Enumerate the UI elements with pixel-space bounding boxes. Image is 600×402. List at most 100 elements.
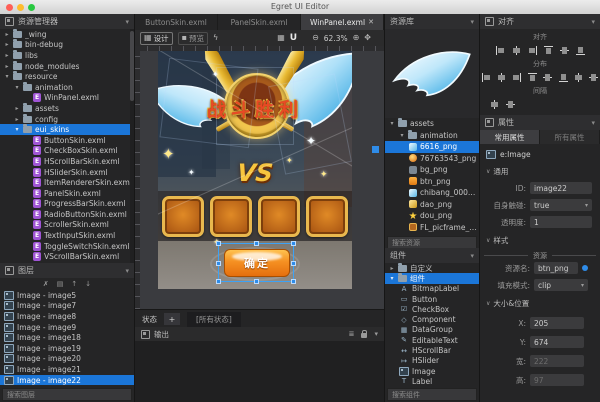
panel-divider[interactable] [384, 14, 385, 402]
pan-tool-icon[interactable]: ✥ [364, 34, 371, 42]
tree-item-animation[interactable]: ▾animation [0, 82, 134, 93]
output-console[interactable] [135, 341, 384, 402]
tab-buttonskin[interactable]: ButtonSkin.exml [135, 14, 218, 30]
align-bottom-button[interactable] [574, 44, 587, 56]
component-group-custom[interactable]: ▸自定义 [385, 263, 479, 273]
distribute-h-space-button[interactable] [572, 71, 584, 83]
touch-enabled-select[interactable]: true▾ [530, 199, 592, 211]
tree-item-resource[interactable]: ▾resource [0, 71, 134, 82]
tree-item-scrollerskin-exml[interactable]: EScrollerSkin.exml [0, 220, 134, 231]
tree-item-vscrollbarskin-exml[interactable]: EVScrollBarSkin.exml [0, 251, 134, 262]
tree-item-winpanel-exml[interactable]: EWinPanel.exml [0, 93, 134, 104]
tree-item-panelskin-exml[interactable]: EPanelSkin.exml [0, 188, 134, 199]
lock-scroll-icon[interactable] [361, 333, 367, 338]
refresh-icon[interactable]: ϟ [213, 34, 218, 42]
layer-item[interactable]: Image - image21 [0, 364, 134, 375]
layers-header[interactable]: 图层 ▾ [0, 263, 134, 278]
panel-divider[interactable] [134, 14, 135, 402]
distribute-left-button[interactable] [480, 71, 492, 83]
zoom-in-icon[interactable]: ⊕ [353, 34, 360, 42]
resource-name-field[interactable]: btn_png [534, 262, 578, 274]
component-item-image[interactable]: Image [385, 366, 479, 376]
tree-item-libs[interactable]: ▸libs [0, 50, 134, 61]
tree-item-bin-debug[interactable]: ▸bin-debug [0, 40, 134, 51]
reward-slot[interactable] [210, 196, 252, 237]
resource-item-btn-png[interactable]: btn_png [385, 176, 479, 188]
components-search-input[interactable]: 搜索组件 [387, 388, 477, 401]
clear-output-icon[interactable]: ≣ [349, 330, 355, 338]
x-field[interactable]: 205 [530, 317, 584, 329]
width-field[interactable]: 222 [530, 355, 584, 367]
chevron-down-icon[interactable]: ▾ [470, 18, 474, 26]
component-item-checkbox[interactable]: ☑CheckBox [385, 304, 479, 314]
tab-panelskin[interactable]: PanelSkin.exml [218, 14, 301, 30]
selection-handle[interactable] [216, 261, 221, 266]
layer-item[interactable]: Image - image5 [0, 290, 134, 301]
distribute-v-center-button[interactable] [542, 71, 554, 83]
style-section-toggle[interactable]: ∨样式 [486, 235, 600, 246]
tree-item-hscrollbarskin-exml[interactable]: EHScrollBarSkin.exml [0, 156, 134, 167]
tree-item-wing[interactable]: ▸_wing [0, 29, 134, 40]
components-header[interactable]: 组件 ▾ [385, 248, 479, 263]
reward-slot[interactable] [258, 196, 300, 237]
selection-handle[interactable] [216, 241, 221, 246]
component-item-bitmaplabel[interactable]: ABitmapLabel [385, 284, 479, 294]
height-field[interactable]: 97 [530, 374, 584, 386]
component-item-label[interactable]: TLabel [385, 376, 479, 386]
component-item-component[interactable]: ◇Component [385, 314, 479, 324]
id-field[interactable]: image22 [530, 182, 592, 194]
tree-item-hsliderskin-exml[interactable]: EHSliderSkin.exml [0, 167, 134, 178]
duplicate-layer-icon[interactable]: ▤ [57, 280, 64, 288]
collapse-output-icon[interactable]: ▾ [374, 330, 378, 338]
stage-canvas[interactable]: 战斗胜利 ✦ ✦ ✦ ✦ ✦ ✦ VS [158, 51, 352, 289]
layer-item-selected[interactable]: Image - image22 [0, 375, 134, 386]
size-section-toggle[interactable]: ∨大小&位置 [486, 298, 600, 309]
component-group-components[interactable]: ▾组件 [385, 273, 479, 283]
layer-item[interactable]: Image - image9 [0, 322, 134, 333]
layer-item[interactable]: Image - image8 [0, 311, 134, 322]
align-header[interactable]: 对齐 ▾ [480, 14, 600, 29]
move-layer-down-icon[interactable]: ↓ [85, 280, 91, 288]
tree-item-eui-skins[interactable]: ▾eui_skins [0, 124, 134, 135]
explorer-header[interactable]: 资源管理器 ▾ [0, 14, 134, 29]
spacing-horizontal-button[interactable] [488, 98, 501, 110]
align-v-center-button[interactable] [558, 44, 571, 56]
grid-icon[interactable]: ▦ [277, 34, 285, 42]
distribute-h-center-button[interactable] [495, 71, 507, 83]
selection-handle[interactable] [291, 241, 296, 246]
panel-divider[interactable] [479, 14, 480, 402]
layer-item[interactable]: Image - image20 [0, 354, 134, 365]
tree-item-buttonskin-exml[interactable]: EButtonSkin.exml [0, 135, 134, 146]
tab-all-properties[interactable]: 所有属性 [540, 130, 600, 144]
design-canvas[interactable]: 战斗胜利 ✦ ✦ ✦ ✦ ✦ ✦ VS [135, 46, 384, 309]
fill-mode-select[interactable]: clip▾ [534, 279, 588, 291]
tree-item-textinputskin-exml[interactable]: ETextInputSkin.exml [0, 230, 134, 241]
y-field[interactable]: 674 [530, 336, 584, 348]
general-section-toggle[interactable]: ∨通用 [486, 166, 600, 177]
component-item-hslider[interactable]: ↦HSlider [385, 356, 479, 366]
tree-item-toggleswitchskin-exml[interactable]: EToggleSwitchSkin.exml [0, 241, 134, 252]
component-item-editabletext[interactable]: ✎EditableText [385, 335, 479, 345]
spacing-vertical-button[interactable] [504, 98, 517, 110]
tree-item-checkboxskin-exml[interactable]: ECheckBoxSkin.exml [0, 146, 134, 157]
layers-search-input[interactable]: 搜索图层 [2, 388, 132, 401]
resource-item-dou-png[interactable]: dou_png [385, 210, 479, 222]
selection-handle[interactable] [291, 279, 296, 284]
chevron-down-icon[interactable]: ▾ [591, 18, 595, 26]
tree-item-progressbarskin-exml[interactable]: EProgressBarSkin.exml [0, 199, 134, 210]
design-mode-button[interactable]: ▦设计 [140, 32, 173, 45]
close-tab-icon[interactable]: ✕ [368, 18, 374, 26]
chevron-down-icon[interactable]: ▾ [125, 267, 129, 275]
add-state-button[interactable]: + [164, 313, 180, 325]
tab-common-properties[interactable]: 常用属性 [480, 130, 540, 144]
tree-item-node-modules[interactable]: ▸node_modules [0, 61, 134, 72]
distribute-right-button[interactable] [511, 71, 523, 83]
properties-header[interactable]: 属性 ▾ [480, 115, 600, 130]
resource-item-dao-png[interactable]: dao_png [385, 199, 479, 211]
move-layer-up-icon[interactable]: ↑ [71, 280, 77, 288]
layer-item[interactable]: Image - image18 [0, 332, 134, 343]
preview-mode-button[interactable]: ▪预览 [178, 32, 208, 45]
chevron-down-icon[interactable]: ▾ [470, 252, 474, 260]
component-item-button[interactable]: ▭Button [385, 294, 479, 304]
component-item-datagroup[interactable]: ▦DataGroup [385, 325, 479, 335]
